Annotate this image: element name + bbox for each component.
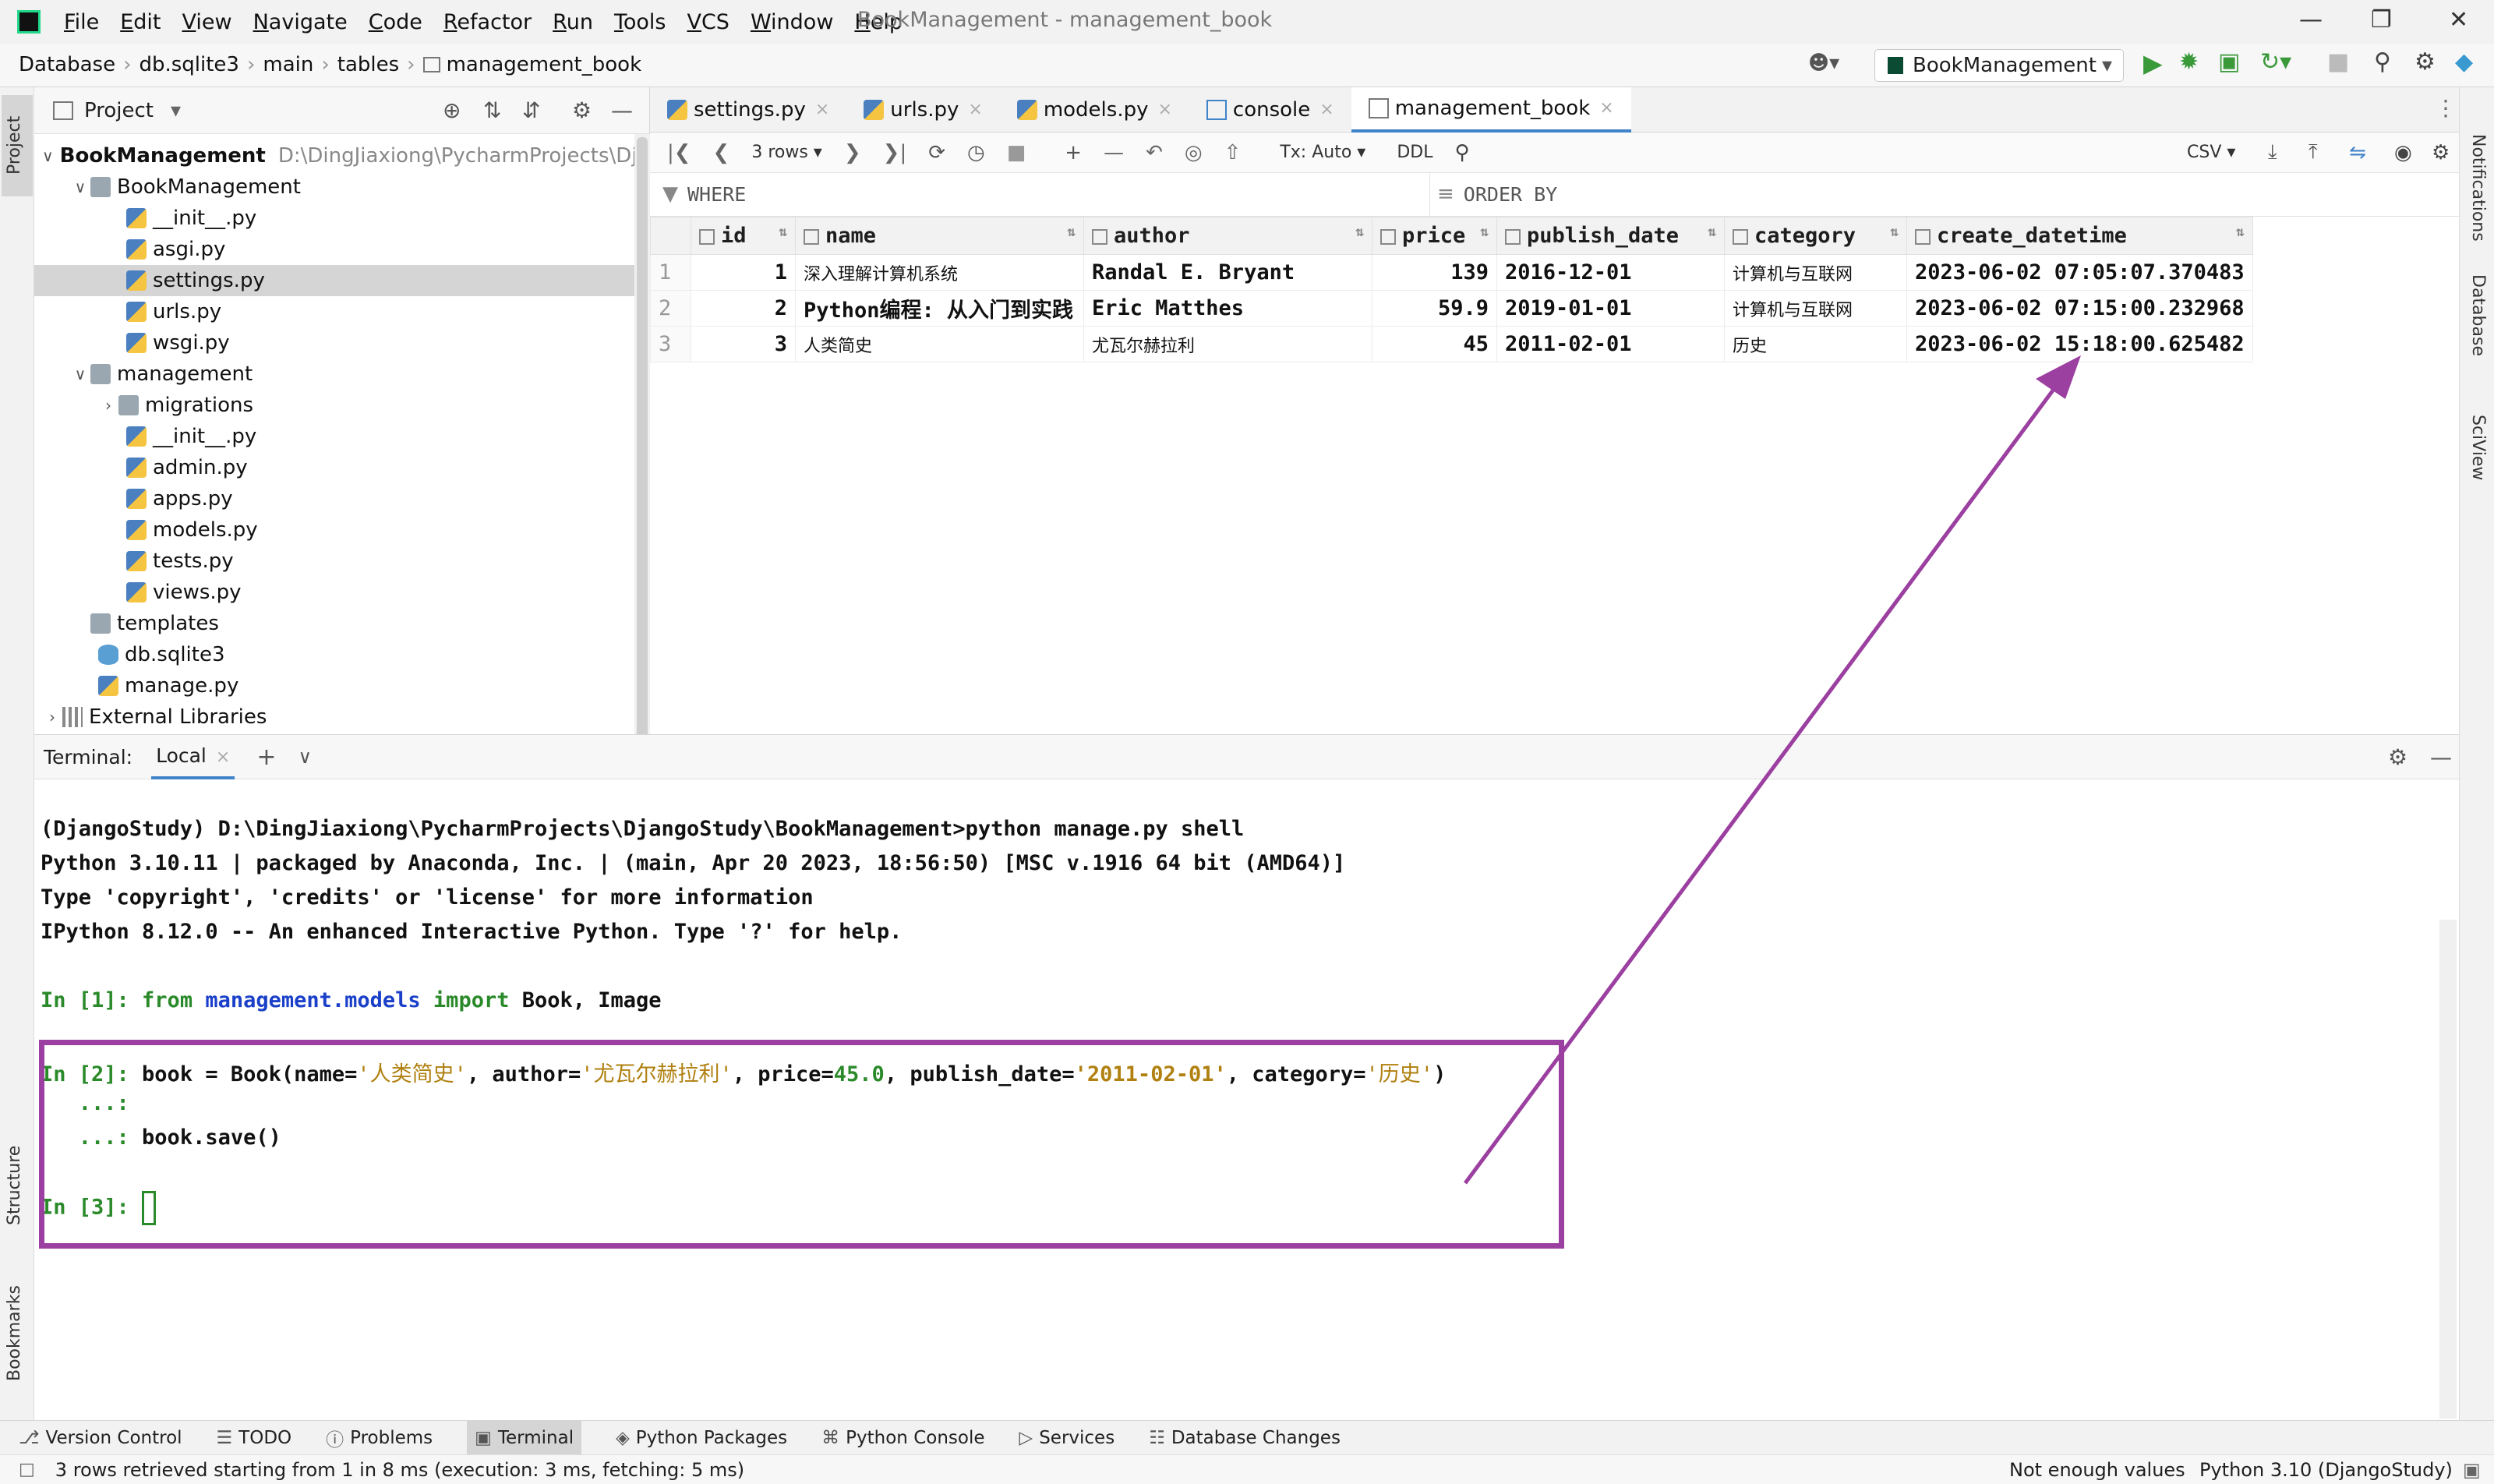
bottom-tab-label: Python Console <box>846 1427 985 1448</box>
bottom-tab-label: Problems <box>350 1427 433 1448</box>
bottom-tool-bar: ⎇ Version Control ☰ TODO ⓘ Problems ▣ Termi… <box>0 1420 2494 1455</box>
tool-window-icon: ▣ <box>475 1427 492 1448</box>
tool-window-icon: ☷ <box>1149 1427 1165 1448</box>
bottom-tab-label: Version Control <box>45 1427 182 1448</box>
annotation-arrowhead <box>2036 355 2081 399</box>
status-bar: □ 3 rows retrieved starting from 1 in 8 … <box>0 1454 2494 1484</box>
tool-window-icon: ⓘ <box>326 1429 344 1450</box>
bottom-tab-terminal[interactable]: ▣ Terminal <box>467 1420 582 1455</box>
annotation-arrow-line <box>1463 374 2066 1185</box>
python-interpreter[interactable]: Python 3.10 (DjangoStudy) <box>2199 1459 2453 1481</box>
tool-window-icon: ☰ <box>216 1427 233 1448</box>
bottom-tab-services[interactable]: ▷ Services <box>1019 1428 1115 1448</box>
tool-window-icon: ◈ <box>616 1427 630 1448</box>
tool-window-icon: ▷ <box>1019 1427 1033 1448</box>
bottom-tab-version-control[interactable]: ⎇ Version Control <box>19 1428 182 1448</box>
bottom-tab-problems[interactable]: ⓘ Problems <box>326 1425 433 1451</box>
bottom-tab-todo[interactable]: ☰ TODO <box>217 1428 292 1448</box>
bottom-tab-label: Services <box>1039 1427 1115 1448</box>
bottom-tab-label: Terminal <box>497 1427 574 1448</box>
bottom-tab-database-changes[interactable]: ☷ Database Changes <box>1149 1428 1341 1448</box>
layout-icon[interactable]: □ <box>19 1460 35 1479</box>
lock-icon[interactable]: ▣ <box>2463 1459 2481 1481</box>
bottom-tab-label: TODO <box>238 1427 292 1448</box>
status-message: 3 rows retrieved starting from 1 in 8 ms… <box>55 1458 745 1481</box>
tool-window-icon: ⌘ <box>821 1427 840 1448</box>
status-middle[interactable]: Not enough values <box>2009 1459 2185 1481</box>
bottom-tab-python-console[interactable]: ⌘ Python Console <box>821 1428 984 1448</box>
tool-window-icon: ⎇ <box>19 1427 40 1448</box>
bottom-tab-label: Python Packages <box>635 1427 788 1448</box>
annotation-arrow <box>1463 355 2081 1185</box>
bottom-tab-python-packages[interactable]: ◈ Python Packages <box>616 1428 787 1448</box>
bottom-tab-label: Database Changes <box>1171 1427 1341 1448</box>
